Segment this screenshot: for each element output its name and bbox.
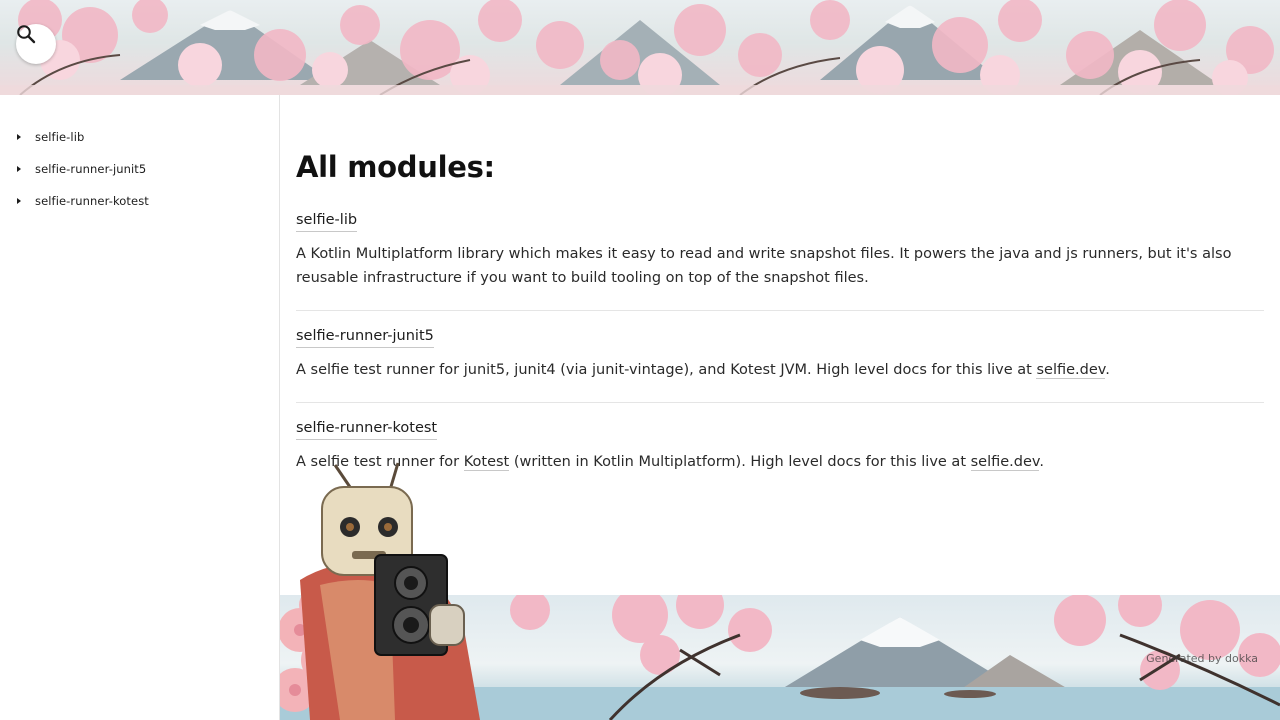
search-icon — [17, 25, 36, 44]
caret-right-icon[interactable] — [17, 166, 21, 172]
module-link-selfie-lib[interactable]: selfie-lib — [296, 210, 358, 232]
generated-by-text: Generated by dokka — [1146, 652, 1258, 665]
caret-right-icon[interactable] — [17, 134, 21, 140]
module-entry: selfie-runner-junit5 A selfie test runne… — [296, 311, 1264, 403]
header-banner — [0, 0, 1280, 95]
robot-mascot-image — [280, 462, 480, 720]
description-text: . — [1105, 362, 1110, 378]
selfie-dev-link[interactable]: selfie.dev — [1036, 362, 1106, 379]
description-text: A selfie test runner for junit5, junit4 … — [296, 362, 1037, 378]
mountain-blossom-artwork — [0, 0, 1280, 95]
description-text: . — [1039, 454, 1044, 470]
module-link-selfie-runner-kotest[interactable]: selfie-runner-kotest — [296, 418, 438, 440]
sidebar-item-selfie-runner-kotest[interactable]: selfie-runner-kotest — [0, 185, 279, 217]
sidebar-item-label: selfie-runner-kotest — [35, 194, 149, 208]
caret-right-icon[interactable] — [17, 198, 21, 204]
main-content: All modules: selfie-lib A Kotlin Multipl… — [296, 95, 1264, 494]
module-entry: selfie-lib A Kotlin Multiplatform librar… — [296, 209, 1264, 311]
sidebar-item-selfie-runner-junit5[interactable]: selfie-runner-junit5 — [0, 153, 279, 185]
module-link-selfie-runner-junit5[interactable]: selfie-runner-junit5 — [296, 326, 434, 348]
page-title: All modules: — [296, 150, 495, 184]
description-text: (written in Kotlin Multiplatform). High … — [509, 454, 971, 470]
sidebar-nav: selfie-lib selfie-runner-junit5 selfie-r… — [0, 95, 280, 720]
sidebar-item-label: selfie-runner-junit5 — [35, 162, 147, 176]
sidebar-item-label: selfie-lib — [35, 130, 85, 144]
module-description: A selfie test runner for junit5, junit4 … — [296, 358, 1264, 382]
search-button[interactable] — [16, 24, 56, 64]
sidebar-item-selfie-lib[interactable]: selfie-lib — [0, 121, 279, 153]
module-description: A Kotlin Multiplatform library which mak… — [296, 246, 1232, 286]
selfie-dev-link[interactable]: selfie.dev — [970, 454, 1040, 471]
